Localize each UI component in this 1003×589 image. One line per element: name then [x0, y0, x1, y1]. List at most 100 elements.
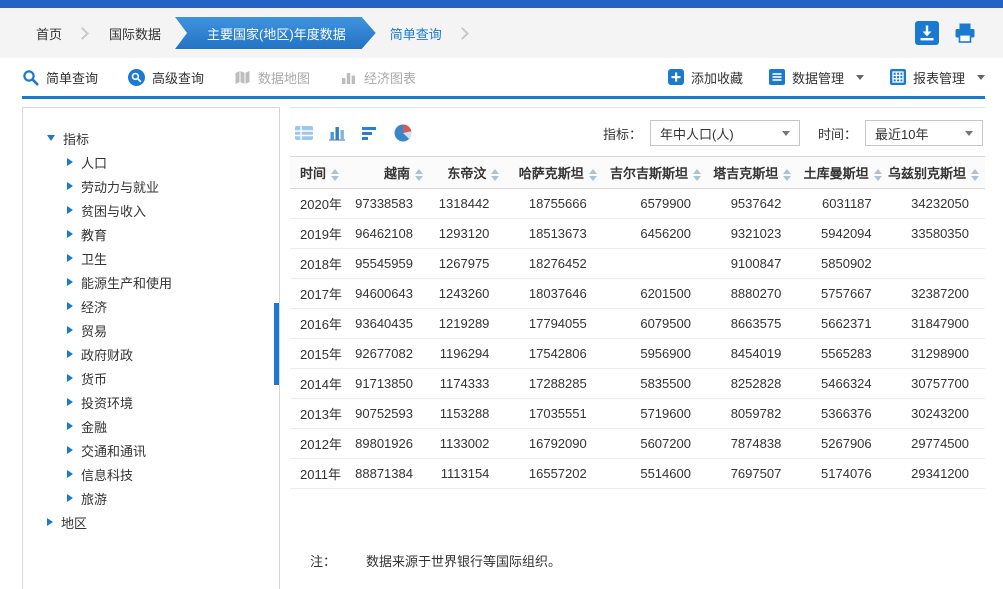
- sidebar-item-7[interactable]: 经济: [67, 294, 279, 318]
- filters: 指标： 年中人口(人) 时间： 最近10年: [585, 120, 983, 146]
- pie-chart-icon: [393, 131, 413, 146]
- sort-up-icon: [415, 169, 423, 174]
- sort-arrows-icon[interactable]: [693, 169, 701, 181]
- download-button[interactable]: [915, 21, 939, 45]
- column-header-2[interactable]: 越南: [346, 157, 429, 189]
- cell-value: 5565283: [797, 339, 887, 369]
- column-header-label: 东帝汶: [447, 166, 486, 181]
- triangle-right-icon: [67, 158, 73, 166]
- cell-value: 8880270: [707, 279, 797, 309]
- toolbar-button-label: 经济图表: [364, 68, 416, 87]
- toolbar-button-label: 简单查询: [46, 68, 98, 87]
- sidebar-item-label: 旅游: [81, 489, 107, 508]
- cell-value: 1219289: [429, 309, 505, 339]
- sort-arrows-icon[interactable]: [971, 169, 979, 181]
- cell-value: 16792090: [505, 429, 602, 459]
- cell-year: 2011年: [290, 459, 346, 489]
- cell-value: 18755666: [505, 189, 602, 219]
- sidebar-item-label: 劳动力与就业: [81, 177, 159, 196]
- sidebar-item-10[interactable]: 货币: [67, 366, 279, 390]
- chevron-down-icon: [782, 131, 790, 136]
- cell-value: 1196294: [429, 339, 505, 369]
- sort-arrows-icon[interactable]: [589, 169, 597, 181]
- column-header-4[interactable]: 哈萨克斯坦: [505, 157, 602, 189]
- breadcrumb-band: 首页国际数据主要国家(地区)年度数据简单查询: [0, 8, 1003, 58]
- sort-list-icon: [360, 130, 380, 145]
- sidebar-item-6[interactable]: 能源生产和使用: [67, 270, 279, 294]
- column-header-1[interactable]: 时间: [290, 157, 346, 189]
- cell-value: 5174076: [797, 459, 887, 489]
- column-header-8[interactable]: 乌兹别克斯坦: [888, 157, 985, 189]
- column-header-label: 哈萨克斯坦: [519, 166, 584, 181]
- triangle-right-icon: [67, 446, 73, 454]
- sidebar-item-3[interactable]: 贫困与收入: [67, 198, 279, 222]
- sort-arrows-icon[interactable]: [491, 169, 499, 181]
- sidebar-item-label: 信息科技: [81, 465, 133, 484]
- sidebar-item-12[interactable]: 金融: [67, 414, 279, 438]
- sidebar-item-regions[interactable]: 地区: [47, 510, 279, 534]
- print-button[interactable]: [953, 21, 977, 45]
- column-header-7[interactable]: 土库曼斯坦: [797, 157, 887, 189]
- sort-down-icon: [783, 176, 791, 181]
- sidebar-item-15[interactable]: 旅游: [67, 486, 279, 510]
- cell-value: 93640435: [346, 309, 429, 339]
- table-view-icon: [294, 130, 314, 145]
- sidebar-item-14[interactable]: 信息科技: [67, 462, 279, 486]
- toolbar-button-label: 数据管理: [792, 68, 844, 87]
- sidebar-scrollbar[interactable]: [274, 303, 279, 385]
- cell-value: 16557202: [505, 459, 602, 489]
- cell-value: 8663575: [707, 309, 797, 339]
- column-header-5[interactable]: 吉尔吉斯斯坦: [603, 157, 707, 189]
- breadcrumb-item-3[interactable]: 主要国家(地区)年度数据: [175, 17, 376, 49]
- table-row: 2014年91713850117433317288285583550082528…: [290, 369, 985, 399]
- pie-chart-button[interactable]: [393, 123, 413, 143]
- toolbar-button-label: 添加收藏: [691, 68, 743, 87]
- sidebar-item-9[interactable]: 政府财政: [67, 342, 279, 366]
- sidebar-item-5[interactable]: 卫生: [67, 246, 279, 270]
- breadcrumb-item-4[interactable]: 简单查询: [376, 17, 456, 49]
- bar-chart-button[interactable]: [327, 124, 347, 142]
- sort-arrows-icon[interactable]: [331, 169, 339, 181]
- sidebar-item-1[interactable]: 人口: [67, 150, 279, 174]
- sort-down-icon: [693, 176, 701, 181]
- table-view-button[interactable]: [294, 124, 314, 142]
- toolbar-advanced-search-button[interactable]: 高级查询: [128, 68, 204, 87]
- cell-value: 5514600: [603, 459, 707, 489]
- time-label: 时间：: [818, 124, 857, 143]
- cell-year: 2013年: [290, 399, 346, 429]
- time-select[interactable]: 最近10年: [865, 120, 983, 146]
- cell-value: 1243260: [429, 279, 505, 309]
- column-header-6[interactable]: 塔吉克斯坦: [707, 157, 797, 189]
- cell-value: 6456200: [603, 219, 707, 249]
- cell-value: 5757667: [797, 279, 887, 309]
- indicator-select[interactable]: 年中人口(人): [650, 120, 800, 146]
- sidebar-item-11[interactable]: 投资环境: [67, 390, 279, 414]
- sidebar-item-2[interactable]: 劳动力与就业: [67, 174, 279, 198]
- toolbar-add-favorite-button[interactable]: 添加收藏: [668, 68, 743, 87]
- sidebar-item-13[interactable]: 交通和通讯: [67, 438, 279, 462]
- breadcrumb-item-1[interactable]: 首页: [22, 17, 76, 49]
- cell-value: 1174333: [429, 369, 505, 399]
- toolbar-search-button[interactable]: 简单查询: [22, 68, 98, 87]
- toolbar-report-manage-button[interactable]: 报表管理: [890, 68, 985, 87]
- breadcrumb-item-2[interactable]: 国际数据: [95, 17, 175, 49]
- sidebar-item-4[interactable]: 教育: [67, 222, 279, 246]
- sidebar-item-8[interactable]: 贸易: [67, 318, 279, 342]
- column-header-3[interactable]: 东帝汶: [429, 157, 505, 189]
- sort-arrows-icon[interactable]: [874, 169, 882, 181]
- cell-value: 5607200: [603, 429, 707, 459]
- sort-arrows-icon[interactable]: [783, 169, 791, 181]
- toolbar-button-label: 数据地图: [258, 68, 310, 87]
- cell-year: 2020年: [290, 189, 346, 219]
- cell-value: 5850902: [797, 249, 887, 279]
- sort-arrows-icon[interactable]: [415, 169, 423, 181]
- sidebar-item-indicators[interactable]: 指标: [47, 126, 279, 150]
- column-header-label: 越南: [384, 166, 410, 181]
- indicator-select-value: 年中人口(人): [660, 124, 734, 143]
- sort-list-button[interactable]: [360, 124, 380, 142]
- cell-value: 90752593: [346, 399, 429, 429]
- chevron-down-icon: [965, 131, 973, 136]
- indicator-label: 指标：: [603, 124, 642, 143]
- toolbar-data-manage-button[interactable]: 数据管理: [769, 68, 864, 87]
- cell-value: 17794055: [505, 309, 602, 339]
